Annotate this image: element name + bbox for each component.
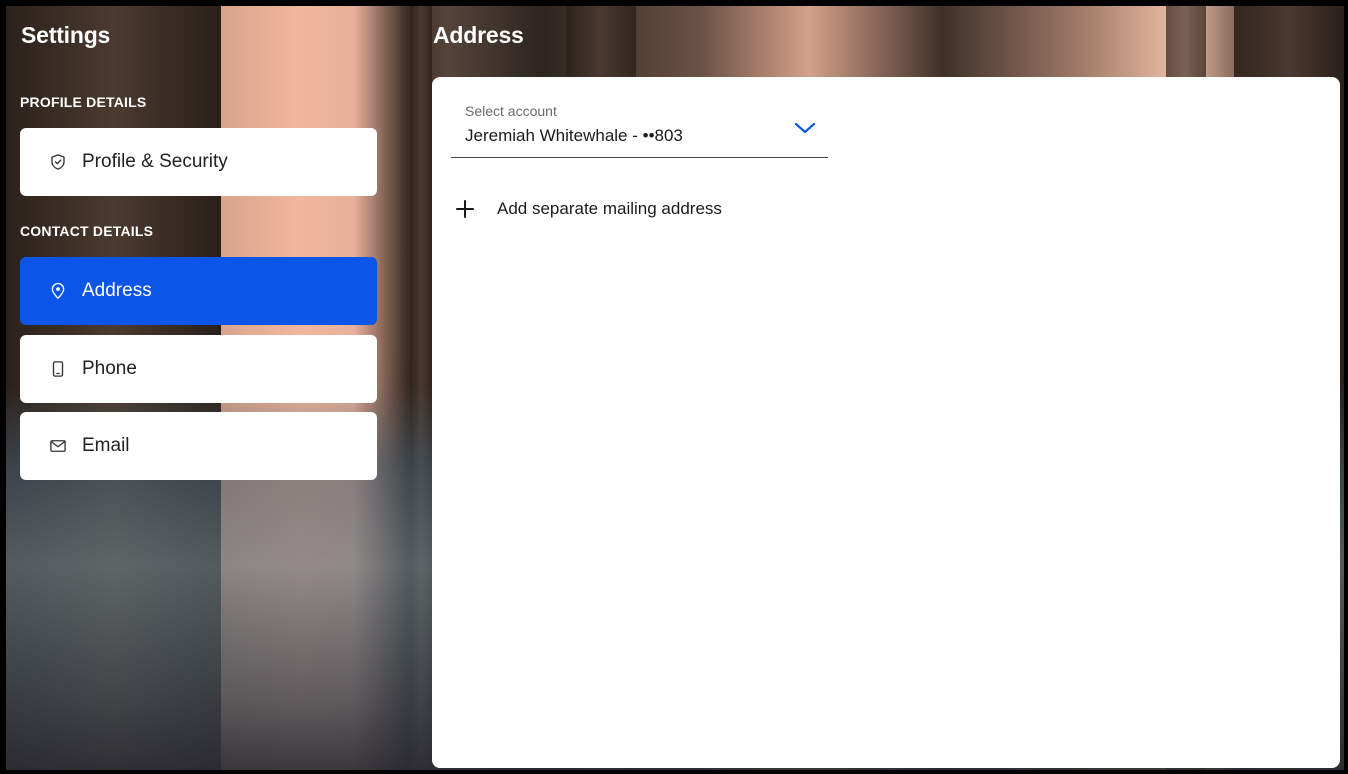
chevron-down-icon[interactable] xyxy=(794,121,816,135)
mobile-phone-icon xyxy=(49,359,67,379)
add-mailing-address-button[interactable]: Add separate mailing address xyxy=(456,199,722,219)
plus-icon xyxy=(456,200,474,218)
section-label-contact-details: CONTACT DETAILS xyxy=(20,223,154,239)
sidebar-item-label: Email xyxy=(82,435,130,456)
account-select[interactable]: Select account Jeremiah Whitewhale - ••8… xyxy=(451,99,828,158)
sidebar-item-phone[interactable]: Phone xyxy=(20,335,377,403)
page-title: Address xyxy=(433,22,524,48)
map-pin-icon xyxy=(49,281,67,301)
sidebar-item-label: Phone xyxy=(82,358,137,379)
shield-check-icon xyxy=(49,152,67,172)
account-select-value: Jeremiah Whitewhale - ••803 xyxy=(465,126,683,145)
settings-title: Settings xyxy=(21,22,111,48)
add-mailing-address-label: Add separate mailing address xyxy=(497,199,722,218)
envelope-icon xyxy=(49,436,67,456)
account-select-label: Select account xyxy=(465,103,557,119)
address-card: Select account Jeremiah Whitewhale - ••8… xyxy=(432,77,1340,768)
sidebar-item-label: Address xyxy=(82,280,152,301)
sidebar-item-email[interactable]: Email xyxy=(20,412,377,480)
section-label-profile-details: PROFILE DETAILS xyxy=(20,94,147,110)
sidebar-item-address[interactable]: Address xyxy=(20,257,377,325)
sidebar-item-label: Profile & Security xyxy=(82,151,228,172)
sidebar-item-profile-security[interactable]: Profile & Security xyxy=(20,128,377,196)
